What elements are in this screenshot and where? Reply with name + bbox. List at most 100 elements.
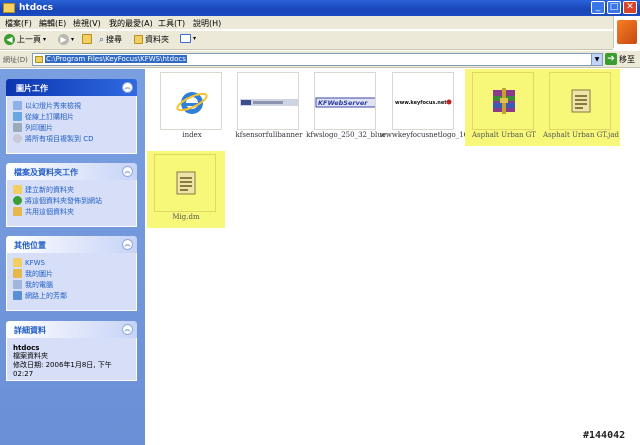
- details-name: htdocs: [13, 344, 40, 352]
- task-link[interactable]: 從線上訂購相片: [13, 111, 130, 122]
- folders-label: 資料夾: [145, 35, 169, 44]
- address-bar: 網址(D) C:\Program Files\KeyFocus\KFWS\htd…: [0, 51, 640, 68]
- address-label: 網址(D): [3, 56, 28, 64]
- folders-icon: [134, 35, 143, 44]
- print-icon: [13, 123, 22, 132]
- address-path: C:\Program Files\KeyFocus\KFWS\htdocs: [45, 55, 187, 63]
- place-link[interactable]: 網路上的芳鄰: [13, 290, 130, 301]
- menu-favorites[interactable]: 我的最愛(A): [109, 18, 153, 29]
- search-button[interactable]: ⌕ 搜尋: [99, 34, 122, 45]
- menu-view[interactable]: 檢視(V): [73, 18, 101, 29]
- file-folder-tasks-header[interactable]: 檔案及資料夾工作 ︽: [6, 163, 137, 180]
- details-header[interactable]: 詳細資料 ︽: [6, 321, 137, 338]
- file-folder-tasks-panel: 檔案及資料夾工作 ︽ 建立新的資料夾 將這個資料夾發佈到網站 共用這個資料夾: [6, 163, 137, 227]
- other-places-header[interactable]: 其他位置 ︽: [6, 236, 137, 253]
- archive-icon: [493, 88, 515, 114]
- cd-icon: [13, 134, 22, 143]
- file-item[interactable]: kfsensorfullbanner: [230, 69, 308, 146]
- collapse-icon[interactable]: ︽: [122, 239, 133, 250]
- forward-button[interactable]: ▶ ▾: [58, 34, 74, 45]
- my-pictures-icon: [13, 269, 22, 278]
- collapse-icon[interactable]: ︽: [122, 82, 133, 93]
- back-button[interactable]: ◀ 上一頁 ▾: [4, 34, 46, 45]
- collapse-icon[interactable]: ︽: [122, 324, 133, 335]
- file-item[interactable]: www.keyfocus.net wwwkeyfocusnetlogo_16: [380, 69, 468, 146]
- menu-file[interactable]: 檔案(F): [5, 18, 32, 29]
- kfws-logo-text: KFWebServer: [318, 99, 368, 107]
- search-icon: ⌕: [99, 34, 105, 45]
- task-link[interactable]: 建立新的資料夾: [13, 184, 130, 195]
- order-prints-icon: [13, 112, 22, 121]
- file-name: Mig.dm: [172, 213, 200, 221]
- place-link[interactable]: 我的圖片: [13, 268, 130, 279]
- file-list: index kfsensorfullbanner KFWebServer kfw…: [145, 69, 640, 445]
- keyfocus-logo-text: www.keyfocus.net: [395, 100, 447, 106]
- search-label: 搜尋: [106, 35, 123, 44]
- menu-edit[interactable]: 編輯(E): [39, 18, 66, 29]
- task-link[interactable]: 將這個資料夾發佈到網站: [13, 195, 130, 206]
- internet-explorer-icon: [176, 92, 208, 114]
- folder-up-icon: [82, 34, 92, 44]
- views-button[interactable]: ▾: [180, 34, 196, 43]
- keyfocus-logo-icon: www.keyfocus.net: [394, 98, 453, 106]
- place-label: 我的電腦: [25, 280, 53, 289]
- task-link[interactable]: 列印圖片: [13, 122, 130, 133]
- address-input[interactable]: C:\Program Files\KeyFocus\KFWS\htdocs ▼: [32, 53, 603, 66]
- banner-image-icon: [240, 99, 298, 106]
- menu-bar: 檔案(F) 編輯(E) 檢視(V) 我的最愛(A) 工具(T) 說明(H): [0, 16, 640, 30]
- title-bar: htdocs _ □ ✕: [0, 0, 640, 16]
- go-button[interactable]: ➔ 移至: [605, 53, 635, 65]
- task-link[interactable]: 以幻燈片秀來檢視: [13, 100, 130, 111]
- place-link[interactable]: 我的電腦: [13, 279, 130, 290]
- task-label: 列印圖片: [25, 123, 53, 132]
- watermark: #144042: [583, 430, 626, 441]
- details-type: 檔案資料夾: [13, 352, 48, 360]
- collapse-icon[interactable]: ︽: [122, 166, 133, 177]
- folder-icon: [13, 258, 22, 267]
- up-button[interactable]: [82, 34, 92, 44]
- file-item[interactable]: Mig.dm: [147, 151, 225, 228]
- place-label: 網路上的芳鄰: [25, 291, 67, 300]
- window-title: htdocs: [19, 3, 54, 13]
- place-label: KFWS: [25, 258, 45, 267]
- task-label: 以幻燈片秀來檢視: [25, 101, 81, 110]
- picture-tasks-header[interactable]: 圖片工作 ︽: [6, 79, 137, 96]
- back-label: 上一頁: [17, 35, 41, 44]
- chevron-down-icon[interactable]: ▼: [591, 54, 602, 65]
- minimize-button[interactable]: _: [591, 1, 605, 14]
- maximize-button[interactable]: □: [607, 1, 621, 14]
- details-modified: 修改日期: 2006年1月8日, 下午 02:27: [13, 361, 112, 378]
- picture-tasks-panel: 圖片工作 ︽ 以幻燈片秀來檢視 從線上訂購相片 列印圖片 將所有項目複製到 CD: [6, 79, 137, 154]
- back-arrow-icon: ◀: [4, 34, 15, 45]
- kfws-logo-icon: KFWebServer: [315, 97, 375, 108]
- task-label: 建立新的資料夾: [25, 185, 74, 194]
- menu-tools[interactable]: 工具(T): [158, 18, 185, 29]
- task-label: 從線上訂購相片: [25, 112, 74, 121]
- file-item[interactable]: Asphalt Urban GT: [465, 69, 543, 146]
- views-icon: [180, 34, 191, 43]
- folders-button[interactable]: 資料夾: [134, 34, 169, 45]
- file-name: Asphalt Urban GT.jad: [542, 131, 619, 139]
- place-link[interactable]: KFWS: [13, 257, 130, 268]
- new-folder-icon: [13, 185, 22, 194]
- menu-help[interactable]: 說明(H): [193, 18, 221, 29]
- task-pane: 圖片工作 ︽ 以幻燈片秀來檢視 從線上訂購相片 列印圖片 將所有項目複製到 CD…: [0, 69, 145, 445]
- panel-title: 詳細資料: [14, 326, 46, 335]
- close-button[interactable]: ✕: [623, 1, 637, 14]
- document-icon: [571, 89, 591, 113]
- task-label: 共用這個資料夾: [25, 207, 74, 216]
- windows-logo: [613, 16, 640, 48]
- panel-title: 檔案及資料夾工作: [14, 168, 78, 177]
- task-link[interactable]: 將所有項目複製到 CD: [13, 133, 130, 144]
- document-icon: [176, 171, 196, 195]
- file-name: wwwkeyfocusnetlogo_16: [379, 131, 469, 139]
- go-arrow-icon: ➔: [605, 53, 617, 65]
- other-places-panel: 其他位置 ︽ KFWS 我的圖片 我的電腦 網路上的芳鄰: [6, 236, 137, 311]
- task-link[interactable]: 共用這個資料夾: [13, 206, 130, 217]
- place-label: 我的圖片: [25, 269, 53, 278]
- file-item[interactable]: index: [153, 69, 231, 146]
- task-label: 將所有項目複製到 CD: [25, 134, 94, 143]
- file-item[interactable]: Asphalt Urban GT.jad: [542, 69, 620, 146]
- my-computer-icon: [13, 280, 22, 289]
- file-item[interactable]: KFWebServer kfwslogo_250_32_blue: [306, 69, 386, 146]
